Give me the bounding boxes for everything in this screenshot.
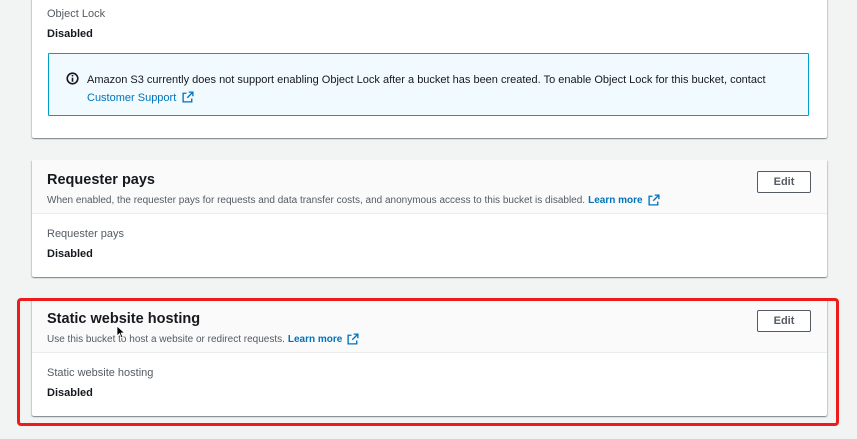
customer-support-link[interactable]: Customer Support [87, 92, 176, 104]
requester-pays-field-label: Requester pays [47, 228, 125, 240]
static-website-hosting-panel: Static website hosting Use this bucket t… [32, 299, 827, 416]
external-link-icon[interactable] [182, 91, 194, 103]
learn-more-link[interactable]: Learn more [588, 195, 642, 206]
requester-pays-description: When enabled, the requester pays for req… [47, 194, 660, 206]
static-website-hosting-field-value: Disabled [47, 387, 93, 399]
info-icon [66, 72, 79, 85]
object-lock-panel: Object Lock Disabled Amazon S3 currently… [32, 0, 827, 138]
requester-pays-field-value: Disabled [47, 248, 93, 260]
learn-more-link[interactable]: Learn more [288, 334, 342, 345]
object-lock-label: Object Lock [47, 8, 106, 20]
static-website-hosting-header: Static website hosting Use this bucket t… [32, 299, 827, 353]
static-website-hosting-field-label: Static website hosting [47, 367, 154, 379]
object-lock-info-alert: Amazon S3 currently does not support ena… [48, 53, 809, 116]
alert-text: Amazon S3 currently does not support ena… [87, 74, 766, 86]
requester-pays-panel: Requester pays When enabled, the request… [32, 160, 827, 277]
external-link-icon[interactable] [347, 333, 359, 345]
static-website-hosting-description: Use this bucket to host a website or red… [47, 333, 359, 345]
external-link-icon[interactable] [648, 194, 660, 206]
requester-pays-description-text: When enabled, the requester pays for req… [47, 194, 586, 206]
requester-pays-header: Requester pays When enabled, the request… [32, 160, 827, 214]
mouse-cursor-icon [116, 325, 126, 339]
requester-pays-edit-button[interactable]: Edit [757, 171, 811, 193]
requester-pays-title: Requester pays [47, 172, 155, 188]
object-lock-value: Disabled [47, 28, 93, 40]
static-website-hosting-description-text: Use this bucket to host a website or red… [47, 333, 285, 345]
alert-message: Amazon S3 currently does not support ena… [87, 71, 797, 107]
static-website-hosting-edit-button[interactable]: Edit [757, 310, 811, 332]
